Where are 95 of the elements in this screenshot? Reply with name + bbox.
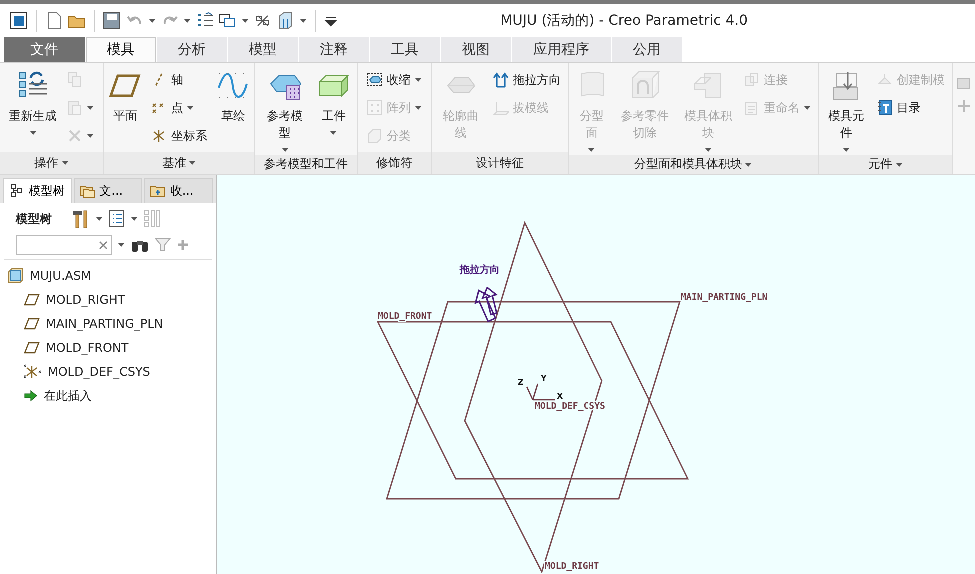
axis-label: Z	[518, 378, 524, 387]
caret-icon	[149, 18, 156, 22]
window-title: MUJU (活动的) - Creo Parametric 4.0	[500, 12, 748, 30]
ribbon-button[interactable]: 收缩	[364, 67, 424, 93]
paste-icon	[67, 100, 84, 116]
caret-icon	[184, 18, 191, 22]
save-icon[interactable]	[103, 12, 121, 30]
caret-icon	[187, 106, 194, 110]
caret-icon	[87, 134, 94, 138]
view-box-icon[interactable]	[277, 12, 295, 30]
plane-icon	[24, 318, 40, 330]
caret-icon	[30, 131, 37, 135]
ribbon-button[interactable]: 拖拉方向	[490, 67, 563, 93]
group-title: 参考模型和工件	[263, 156, 350, 173]
ribbon-tab[interactable]: 公用	[612, 37, 682, 62]
ribbon-tab[interactable]: 视图	[441, 37, 511, 62]
draft-line-icon	[492, 100, 509, 116]
merge-icon	[744, 72, 760, 88]
caret-icon	[414, 78, 422, 82]
clear-icon[interactable]	[99, 241, 108, 250]
ribbon-tab[interactable]: 工具	[370, 37, 440, 62]
axis-label: X	[557, 392, 564, 401]
arrow-icon	[24, 390, 38, 402]
ribbon-button[interactable]: 平面	[107, 67, 144, 128]
copy-icon	[67, 72, 84, 88]
ribbon-tab[interactable]: 注释	[299, 37, 369, 62]
tree-item[interactable]: MOLD_FRONT	[20, 336, 133, 360]
filter-icon[interactable]	[155, 237, 171, 253]
ribbon-button[interactable]: 重新生成	[7, 67, 60, 138]
plane-icon	[24, 294, 40, 306]
tree-item[interactable]: MAIN_PARTING_PLN	[20, 312, 168, 336]
caret-icon	[896, 162, 903, 166]
panel-tab[interactable]: 收...	[144, 178, 214, 203]
ribbon-button[interactable]: 目录	[875, 95, 948, 121]
pattern-icon	[366, 100, 383, 116]
axis-label: Y	[541, 374, 547, 383]
caret-icon	[745, 162, 752, 166]
plane-icon	[24, 342, 40, 354]
group-title: 设计特征	[474, 154, 525, 172]
coordinate-axes	[526, 383, 556, 401]
caret-icon	[189, 161, 196, 165]
caret-icon	[131, 217, 138, 221]
ribbon-tab[interactable]: 分析	[157, 37, 227, 62]
caret-icon	[62, 161, 69, 165]
ribbon-button[interactable]: 参考模型	[260, 67, 310, 155]
caret-icon	[330, 131, 338, 135]
pull-direction-label: 拖拉方向	[460, 265, 500, 276]
caret-icon	[96, 217, 103, 221]
caret-icon	[118, 243, 125, 247]
ribbon-button[interactable]: 坐标系	[149, 123, 210, 149]
plane-label: MAIN_PARTING_PLN	[681, 293, 768, 303]
caret-icon	[588, 148, 596, 152]
caret-icon	[242, 18, 249, 22]
ribbon-button[interactable]: 轴	[149, 67, 210, 93]
app-window-icon[interactable]	[10, 12, 28, 30]
caret-icon	[87, 106, 94, 110]
tree-item[interactable]: MOLD_DEF_CSYS	[20, 360, 154, 384]
catalog-icon	[877, 100, 894, 116]
plane-label: MOLD_RIGHT	[545, 562, 600, 572]
search-field[interactable]	[16, 235, 112, 255]
caret-icon	[804, 106, 812, 110]
tree-item[interactable]: MUJU.ASM	[4, 264, 96, 288]
group-title: 修饰符	[375, 154, 414, 172]
coordinate-system-icon	[24, 364, 42, 380]
caret-icon	[843, 148, 850, 152]
tree-icon	[9, 183, 25, 199]
rename-icon	[744, 100, 760, 116]
ribbon-tab[interactable]: 模具	[86, 37, 156, 62]
panel-tab[interactable]: 文...	[74, 178, 142, 203]
add-icon[interactable]	[177, 239, 189, 251]
caret-icon	[300, 18, 307, 22]
assembly-icon	[8, 268, 24, 284]
ribbon-tab[interactable]: 应用程序	[512, 37, 611, 62]
delete-icon	[67, 128, 84, 144]
panel-title: 模型树	[16, 210, 52, 228]
tree-item[interactable]: 在此插入	[20, 384, 96, 408]
list-icon[interactable]	[108, 209, 126, 229]
caret-icon	[414, 106, 422, 110]
ribbon-button[interactable]: 草绘	[215, 67, 252, 128]
box-icon	[366, 128, 383, 144]
tree-item[interactable]: MOLD_RIGHT	[20, 288, 130, 312]
caret-icon	[282, 148, 289, 152]
ribbon-button[interactable]: 工件	[316, 67, 352, 138]
ribbon-tab[interactable]: 模型	[228, 37, 298, 62]
plane-label: MOLD_FRONT	[378, 312, 432, 322]
shrink-icon	[366, 72, 383, 88]
pull-direction-icon	[492, 72, 509, 88]
pull-direction-arrow-drawing	[474, 286, 498, 323]
file-menu-tab[interactable]: 文件	[4, 37, 85, 62]
windows-icon[interactable]	[219, 12, 237, 30]
ribbon-button[interactable]: 模具元件	[824, 67, 870, 155]
caret-icon	[704, 148, 712, 152]
regenerate-icon[interactable]	[196, 12, 214, 30]
panel-tab[interactable]: 模型树	[3, 178, 72, 203]
ribbon-button[interactable]: 点	[149, 95, 210, 121]
